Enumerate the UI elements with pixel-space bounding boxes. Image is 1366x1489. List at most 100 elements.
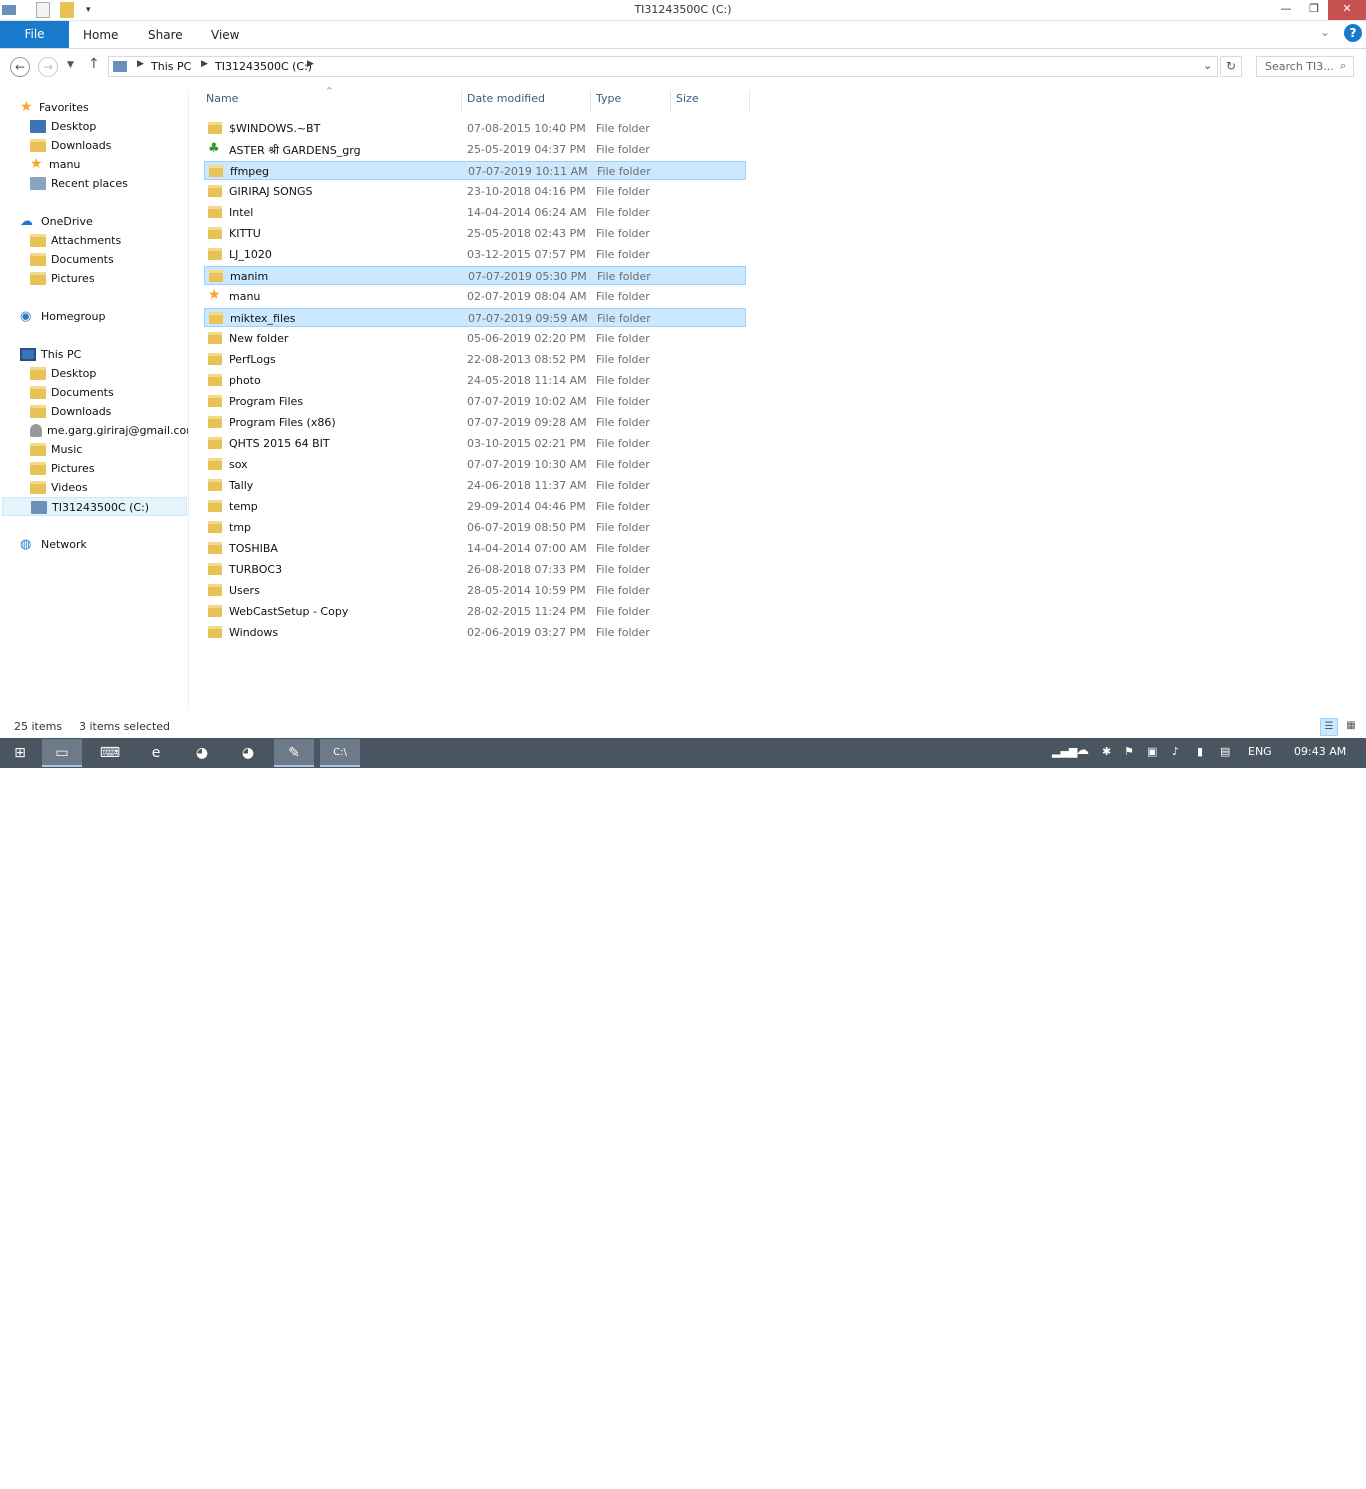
column-header-name[interactable]: Name <box>206 92 238 110</box>
bluetooth-icon[interactable]: ✱ <box>1102 745 1111 758</box>
search-icon: ⌕ <box>1340 59 1347 72</box>
forward-button[interactable]: → <box>38 57 58 77</box>
file-row[interactable]: Intel 14-04-2014 06:24 AM File folder <box>204 203 746 222</box>
start-windows-icon[interactable]: ⊞ <box>0 739 40 767</box>
recent-locations-chevron-icon[interactable]: ▼ <box>67 60 74 70</box>
file-row[interactable]: Tally 24-06-2018 11:37 AM File folder <box>204 476 746 495</box>
file-row[interactable]: New folder 05-06-2019 02:20 PM File folder <box>204 329 746 348</box>
file-row[interactable]: sox 07-07-2019 10:30 AM File folder <box>204 455 746 474</box>
nav-homegroup[interactable]: ◉ Homegroup <box>20 307 105 326</box>
column-header-date[interactable]: Date modified <box>467 92 545 110</box>
back-button[interactable]: ← <box>10 57 30 77</box>
nav-this-pc[interactable]: This PC <box>20 345 81 364</box>
battery-icon[interactable]: ▮ <box>1197 745 1203 758</box>
file-row[interactable]: WebCastSetup - Copy 28-02-2015 11:24 PM Fi… <box>204 602 746 621</box>
file-row[interactable]: Program Files (x86) 07-07-2019 09:28 AM Fi… <box>204 413 746 432</box>
signal-icon[interactable]: ▂▄▆ <box>1052 745 1077 758</box>
file-row[interactable]: ffmpeg 07-07-2019 10:11 AM File folder <box>204 161 746 180</box>
file-row[interactable]: PerfLogs 22-08-2013 08:52 PM File folder <box>204 350 746 369</box>
taskbar-paint-icon[interactable]: ✎ <box>274 739 314 767</box>
taskbar-ie-icon[interactable]: e <box>136 739 176 767</box>
breadcrumb-separator-icon[interactable]: ▶ <box>307 59 314 69</box>
file-row[interactable]: TURBOC3 26-08-2018 07:33 PM File folder <box>204 560 746 579</box>
nav-pc-downloads[interactable]: Downloads <box>30 402 111 421</box>
refresh-button[interactable]: ↻ <box>1220 56 1242 77</box>
column-header-size[interactable]: Size <box>676 92 699 110</box>
file-row[interactable]: GIRIRAJ SONGS 23-10-2018 04:16 PM File fol… <box>204 182 746 201</box>
nav-onedrive-pictures[interactable]: Pictures <box>30 269 95 288</box>
action-center-icon[interactable]: ⚑ <box>1124 745 1134 758</box>
close-button[interactable]: ✕ <box>1328 0 1366 20</box>
nav-favorites-recent[interactable]: Recent places <box>30 174 128 193</box>
taskbar-keyboard-icon[interactable]: ⌨ <box>90 739 130 767</box>
file-row[interactable]: Users 28-05-2014 10:59 PM File folder <box>204 581 746 600</box>
onedrive-tray-icon[interactable]: ☁ <box>1076 743 1089 758</box>
nav-pc-desktop[interactable]: Desktop <box>30 364 96 383</box>
minimize-button[interactable]: — <box>1272 0 1300 20</box>
help-icon[interactable]: ? <box>1344 24 1362 42</box>
nav-onedrive[interactable]: ☁ OneDrive <box>20 212 93 231</box>
language-indicator[interactable]: ENG <box>1248 745 1272 758</box>
nav-network[interactable]: ◍ Network <box>20 535 87 554</box>
column-divider[interactable] <box>461 90 462 112</box>
nav-favorites-downloads[interactable]: Downloads <box>30 136 111 155</box>
nav-favorites-manu[interactable]: ★ manu <box>30 155 80 174</box>
restore-button[interactable]: ❐ <box>1300 0 1328 20</box>
nav-onedrive-attachments[interactable]: Attachments <box>30 231 121 250</box>
tab-share[interactable]: Share <box>148 21 183 48</box>
breadcrumb-this-pc[interactable]: This PC <box>151 60 191 73</box>
file-row[interactable]: ★ manu 02-07-2019 08:04 AM File folder <box>204 287 746 306</box>
nav-pc-videos[interactable]: Videos <box>30 478 88 497</box>
large-icons-view-button[interactable]: ▦ <box>1342 718 1360 736</box>
taskbar-chrome-alt-icon[interactable]: ◕ <box>228 739 268 767</box>
address-dropdown-chevron-icon[interactable]: ⌄ <box>1203 59 1212 72</box>
up-button[interactable]: ↑ <box>88 56 100 72</box>
file-row[interactable]: KITTU 25-05-2018 02:43 PM File folder <box>204 224 746 243</box>
column-header-type[interactable]: Type <box>596 92 621 110</box>
column-divider[interactable] <box>670 90 671 112</box>
clock[interactable]: 09:43 AM <box>1294 745 1346 758</box>
file-row[interactable]: photo 24-05-2018 11:14 AM File folder <box>204 371 746 390</box>
nav-pc-pictures[interactable]: Pictures <box>30 459 95 478</box>
address-bar[interactable]: ▶ This PC ▶ TI31243500C (C:) ▶ ⌄ <box>108 56 1218 77</box>
expand-ribbon-chevron-icon[interactable]: ⌄ <box>1320 25 1330 39</box>
file-row[interactable]: LJ_1020 03-12-2015 07:57 PM File folder <box>204 245 746 264</box>
taskbar-file-explorer-icon[interactable]: ▭ <box>42 739 82 767</box>
breadcrumb-separator-icon[interactable]: ▶ <box>137 59 144 69</box>
tab-file[interactable]: File <box>0 21 69 48</box>
file-row[interactable]: TOSHIBA 14-04-2014 07:00 AM File folder <box>204 539 746 558</box>
file-date-cell: 03-12-2015 07:57 PM <box>467 248 586 261</box>
breadcrumb-separator-icon[interactable]: ▶ <box>201 59 208 69</box>
file-row[interactable]: $WINDOWS.~BT 07-08-2015 10:40 PM File fold… <box>204 119 746 138</box>
display-icon[interactable]: ▣ <box>1147 745 1157 758</box>
nav-pc-user-account[interactable]: me.garg.giriraj@gmail.com <box>30 421 188 440</box>
tab-view[interactable]: View <box>211 21 239 48</box>
breadcrumb-drive[interactable]: TI31243500C (C:) <box>215 60 312 73</box>
tab-home[interactable]: Home <box>83 21 118 48</box>
file-row[interactable]: QHTS 2015 64 BIT 03-10-2015 02:21 PM File … <box>204 434 746 453</box>
file-row[interactable]: Program Files 07-07-2019 10:02 AM File fol… <box>204 392 746 411</box>
file-row[interactable]: tmp 06-07-2019 08:50 PM File folder <box>204 518 746 537</box>
file-type-cell: File folder <box>596 416 650 429</box>
taskbar-cmd-icon[interactable]: C:\ <box>320 739 360 767</box>
file-row[interactable]: miktex_files 07-07-2019 09:59 AM File fold… <box>204 308 746 327</box>
file-row[interactable]: manim 07-07-2019 05:30 PM File folder <box>204 266 746 285</box>
volume-icon[interactable]: ♪ <box>1172 745 1179 758</box>
nav-pc-music[interactable]: Music <box>30 440 82 459</box>
desktop-icon <box>30 119 46 133</box>
details-view-button[interactable]: ☰ <box>1320 718 1338 736</box>
column-divider[interactable] <box>590 90 591 112</box>
file-type-cell: File folder <box>596 458 650 471</box>
file-row[interactable]: temp 29-09-2014 04:46 PM File folder <box>204 497 746 516</box>
file-row[interactable]: Windows 02-06-2019 03:27 PM File folder <box>204 623 746 642</box>
taskbar-chrome-icon[interactable]: ◕ <box>182 739 222 767</box>
file-row[interactable]: ♣ ASTER श्री GARDENS_grg 25-05-2019 04:37 … <box>204 140 746 159</box>
folder-icon <box>208 395 222 407</box>
nav-pc-drive-c[interactable]: TI31243500C (C:) <box>2 497 187 516</box>
nav-onedrive-documents[interactable]: Documents <box>30 250 114 269</box>
nav-pc-documents[interactable]: Documents <box>30 383 114 402</box>
network-tray-icon[interactable]: ▤ <box>1220 745 1230 758</box>
nav-favorites[interactable]: ★ Favorites <box>20 98 89 117</box>
column-divider[interactable] <box>749 90 750 112</box>
nav-favorites-desktop[interactable]: Desktop <box>30 117 96 136</box>
